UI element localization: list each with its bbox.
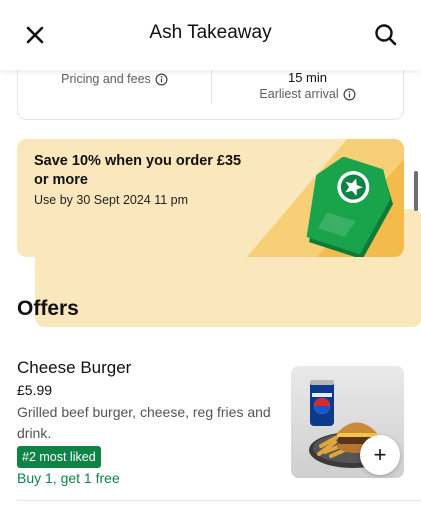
menu-item-card[interactable]: Cheese Burger £5.99 Grilled beef burger,… (0, 345, 421, 502)
star-tag-icon (306, 157, 393, 257)
item-description: Grilled beef burger, cheese, reg fries a… (17, 404, 271, 441)
eta-info[interactable]: 15 min Earliest arrival (211, 70, 404, 103)
item-price: £5.99 (17, 382, 53, 398)
page-title: Ash Takeaway (149, 22, 272, 43)
pricing-label: Pricing and fees (61, 72, 168, 86)
pricing-info[interactable]: £0 Delivery Fee on £15+ Pricing and fees (18, 70, 421, 327)
pricing-label-text: Pricing and fees (61, 72, 151, 86)
add-to-cart-button[interactable]: + (360, 435, 400, 475)
info-icon[interactable] (155, 73, 168, 86)
item-offer: Buy 1, get 1 free (17, 470, 120, 486)
scrollbar-thumb[interactable] (414, 171, 418, 211)
top-bar: Ash Takeaway (0, 0, 421, 70)
search-icon[interactable] (372, 21, 400, 49)
promo-banner[interactable]: Save 10% when you order £35 or more Use … (17, 139, 404, 257)
item-name: Cheese Burger (17, 358, 132, 377)
divider (17, 500, 421, 501)
promo-headline: Save 10% when you order £35 or more (34, 153, 242, 188)
eta-label: Earliest arrival (259, 87, 356, 101)
popularity-badge: #2 most liked (17, 446, 101, 468)
eta-label-text: Earliest arrival (259, 87, 339, 101)
promo-expiry: Use by 30 Sept 2024 11 pm (34, 193, 189, 207)
info-icon[interactable] (343, 88, 356, 101)
eta-value: 15 min (287, 70, 328, 85)
section-title-offers: Offers (17, 297, 79, 320)
